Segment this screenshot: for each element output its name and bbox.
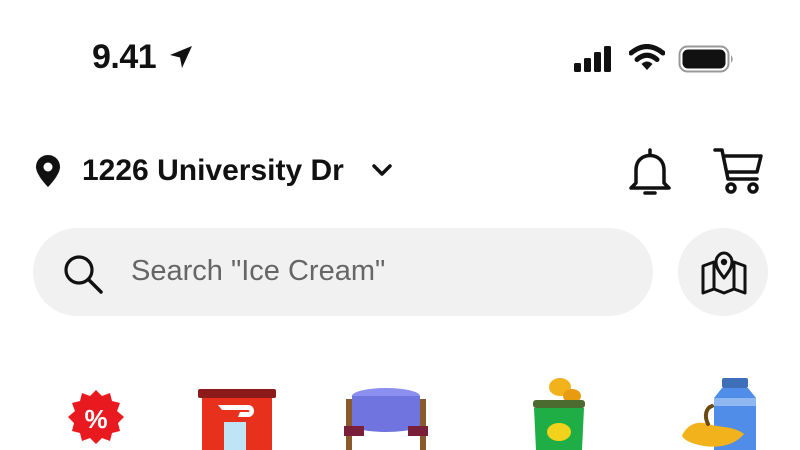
snacks-bag-icon[interactable] <box>526 370 592 450</box>
dine-in-table-icon[interactable] <box>340 370 432 450</box>
search-placeholder: Search "Ice Cream" <box>131 255 386 287</box>
dashpass-store-icon[interactable] <box>196 370 278 450</box>
svg-text:%: % <box>84 404 107 434</box>
deals-badge-icon[interactable]: % <box>58 370 134 450</box>
category-carousel: % <box>0 370 800 450</box>
map-icon <box>701 251 747 295</box>
status-bar: 9.41 <box>0 0 800 120</box>
address-bar: 1226 University Dr <box>0 140 800 204</box>
status-time: 9.41 <box>92 38 157 76</box>
battery-icon <box>678 45 733 73</box>
location-pin-icon <box>36 155 60 187</box>
map-button[interactable] <box>678 228 768 316</box>
grocery-icon[interactable] <box>678 370 762 450</box>
wifi-icon <box>629 44 665 70</box>
cart-icon[interactable] <box>713 146 765 196</box>
search-input[interactable]: Search "Ice Cream" <box>33 228 653 316</box>
chevron-down-icon[interactable] <box>372 163 392 177</box>
signal-icon <box>574 46 611 72</box>
search-icon <box>64 255 103 294</box>
delivery-address[interactable]: 1226 University Dr <box>82 154 344 188</box>
bell-icon[interactable] <box>628 148 672 196</box>
location-arrow-icon <box>170 46 192 68</box>
